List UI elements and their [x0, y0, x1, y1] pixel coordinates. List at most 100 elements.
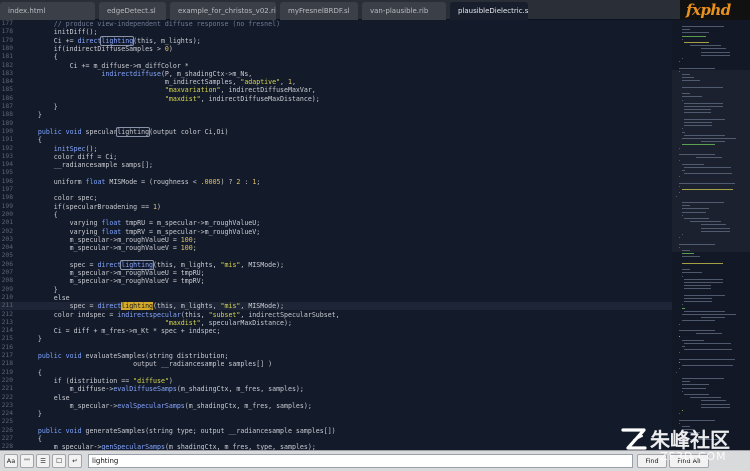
minimap-line	[681, 214, 683, 216]
code-line[interactable]: 214 Ci = diff + m_fres->m_Kt * spec + in…	[0, 327, 672, 335]
code-line[interactable]: 222 else	[0, 394, 672, 402]
code-line[interactable]: 190 public void specularlighting(output …	[0, 126, 672, 137]
code-line[interactable]: 192 initSpec();	[0, 145, 672, 153]
code-line[interactable]: 186 "maxdist", indirectDiffuseMaxDistanc…	[0, 95, 672, 103]
minimap-line	[681, 128, 683, 130]
line-number: 211	[1, 302, 13, 310]
code-line[interactable]: 208 m_specular->m_roughValueV = tmpRV;	[0, 277, 672, 285]
minimap-line	[684, 278, 723, 280]
code-text: Ci += m_diffuse->m_diffColor *	[22, 61, 189, 70]
code-line[interactable]: 184 m_indirectSamples, "adaptive", 1,	[0, 78, 672, 86]
find-button[interactable]: Find	[637, 454, 667, 468]
wrap-toggle-icon[interactable]: ↵	[68, 454, 82, 468]
code-line[interactable]: 177 // produce view-independent diffuse …	[0, 20, 672, 28]
code-line[interactable]: 183 indirectdiffuse(P, m_shadingCtx->m_N…	[0, 70, 672, 78]
minimap-line	[690, 397, 721, 399]
tab-5[interactable]: van-plausible.rib	[362, 2, 446, 20]
code-line[interactable]: 204 m_specular->m_roughValueV = 100;	[0, 244, 672, 252]
code-line[interactable]: 226 public void generateSamples(string t…	[0, 427, 672, 435]
code-line[interactable]: 209 }	[0, 286, 672, 294]
code-line[interactable]: 200 {	[0, 211, 672, 219]
code-line[interactable]: 191 {	[0, 136, 672, 144]
whole-word-toggle[interactable]: ""	[20, 454, 34, 468]
code-line[interactable]: 227 {	[0, 435, 672, 443]
code-line[interactable]: 216	[0, 344, 672, 352]
minimap-line	[678, 330, 715, 331]
code-line[interactable]: 178 initDiff();	[0, 28, 672, 36]
tab-6[interactable]: plausibleDielectric.sl	[450, 2, 528, 20]
line-number: 180	[1, 44, 13, 52]
line-number: 182	[1, 61, 13, 69]
tab-2[interactable]: edgeDetect.sl	[99, 2, 166, 20]
code-line[interactable]: 180 if(indirectDiffuseSamples > 0)	[0, 45, 672, 53]
code-line[interactable]: 201 varying float tmpRU = m_specular->m_…	[0, 219, 672, 227]
code-line[interactable]: 212 color indspec = indirectspecular(thi…	[0, 311, 672, 319]
tab-3[interactable]: example_for_christos_v02.rib	[170, 2, 276, 20]
code-line[interactable]: 218 output __radiancesample samples[] )	[0, 360, 672, 368]
minimap[interactable]	[672, 20, 750, 450]
code-line[interactable]: 203 m_specular->m_roughValueU = 100;	[0, 236, 672, 244]
find-input[interactable]: lighting	[88, 454, 633, 468]
minimap-line	[678, 419, 715, 421]
code-line[interactable]: 185 "maxvariation", indirectDiffuseMaxVa…	[0, 86, 672, 94]
minimap-line	[678, 358, 736, 360]
code-line[interactable]: 196 uniform float MISMode = (roughness <…	[0, 178, 672, 186]
code-line[interactable]: 215 }	[0, 335, 672, 343]
code-line[interactable]: 211 spec = directlighting(this, m_lights…	[0, 302, 672, 311]
minimap-line	[681, 426, 690, 427]
regex-toggle-icon[interactable]: ☰	[36, 454, 50, 468]
code-line[interactable]: 179 Ci += directlighting(this, m_lights)…	[0, 35, 672, 46]
code-line[interactable]: 202 varying float tmpRV = m_specular->m_…	[0, 228, 672, 236]
line-number: 196	[1, 177, 13, 185]
code-line[interactable]: 225	[0, 418, 672, 426]
code-line[interactable]: 213 "maxdist", specularMaxDistance);	[0, 319, 672, 327]
code-line[interactable]: 181 {	[0, 53, 672, 61]
code-line[interactable]: 206 spec = directlighting(this, m_lights…	[0, 259, 672, 270]
tab-1[interactable]: index.html	[0, 2, 95, 20]
code-line[interactable]: 220 if (distribution == "diffuse")	[0, 377, 672, 385]
minimap-line	[681, 410, 683, 411]
minimap-line	[676, 371, 677, 373]
code-line[interactable]: 195	[0, 169, 672, 177]
line-number: 183	[1, 69, 13, 77]
minimap-line	[681, 272, 702, 274]
code-text: varying float tmpRV = m_specular->m_roug…	[22, 227, 261, 236]
find-all-button[interactable]: Find All	[669, 454, 709, 468]
code-line[interactable]: 182 Ci += m_diffuse->m_diffColor *	[0, 62, 672, 70]
code-line[interactable]: 199 if(specularBroadening == 1)	[0, 203, 672, 211]
code-line[interactable]: 198 color spec;	[0, 194, 672, 202]
code-line[interactable]: 219 {	[0, 369, 672, 377]
line-number: 207	[1, 269, 13, 276]
in-selection-toggle-icon[interactable]: ☐	[52, 454, 66, 468]
code-line[interactable]: 223 m_specular->evalSpecularSamps(m_shad…	[0, 402, 672, 410]
code-line[interactable]: 194 __radiancesample samps[];	[0, 161, 672, 169]
code-editor[interactable]: 177 // produce view-independent diffuse …	[0, 20, 672, 471]
case-sensitive-toggle[interactable]: Aa	[4, 454, 18, 468]
minimap-line	[681, 320, 716, 322]
code-line[interactable]: 205	[0, 252, 672, 260]
code-line[interactable]: 224 }	[0, 410, 672, 418]
tab-4[interactable]: myFresnelBRDF.sl	[280, 2, 358, 20]
code-line[interactable]: 197	[0, 186, 672, 194]
minimap-line	[678, 413, 680, 415]
minimap-line	[684, 301, 713, 303]
code-line[interactable]: 221 m_diffuse->evalDiffuseSamps(m_shadin…	[0, 385, 672, 393]
minimap-line	[701, 224, 726, 226]
code-line[interactable]: 188 }	[0, 111, 672, 119]
minimap-line	[681, 26, 725, 27]
code-line[interactable]: 210 else	[0, 294, 672, 302]
minimap-line	[678, 246, 680, 248]
minimap-line	[681, 93, 690, 95]
minimap-line	[678, 182, 736, 184]
code-line[interactable]: 189	[0, 120, 672, 128]
minimap-line	[701, 54, 731, 56]
code-line[interactable]: 207 m_specular->m_roughValueU = tmpRU;	[0, 269, 672, 277]
code-text: }	[22, 410, 42, 419]
code-text: m_specular->m_roughValueV = 100;	[22, 244, 197, 253]
code-line[interactable]: 187 }	[0, 103, 672, 111]
minimap-line	[681, 144, 716, 146]
code-line[interactable]: 217 public void evaluateSamples(string d…	[0, 352, 672, 360]
line-number: 220	[1, 376, 13, 384]
line-number: 190	[1, 127, 13, 135]
code-line[interactable]: 193 color diff = Ci;	[0, 153, 672, 161]
